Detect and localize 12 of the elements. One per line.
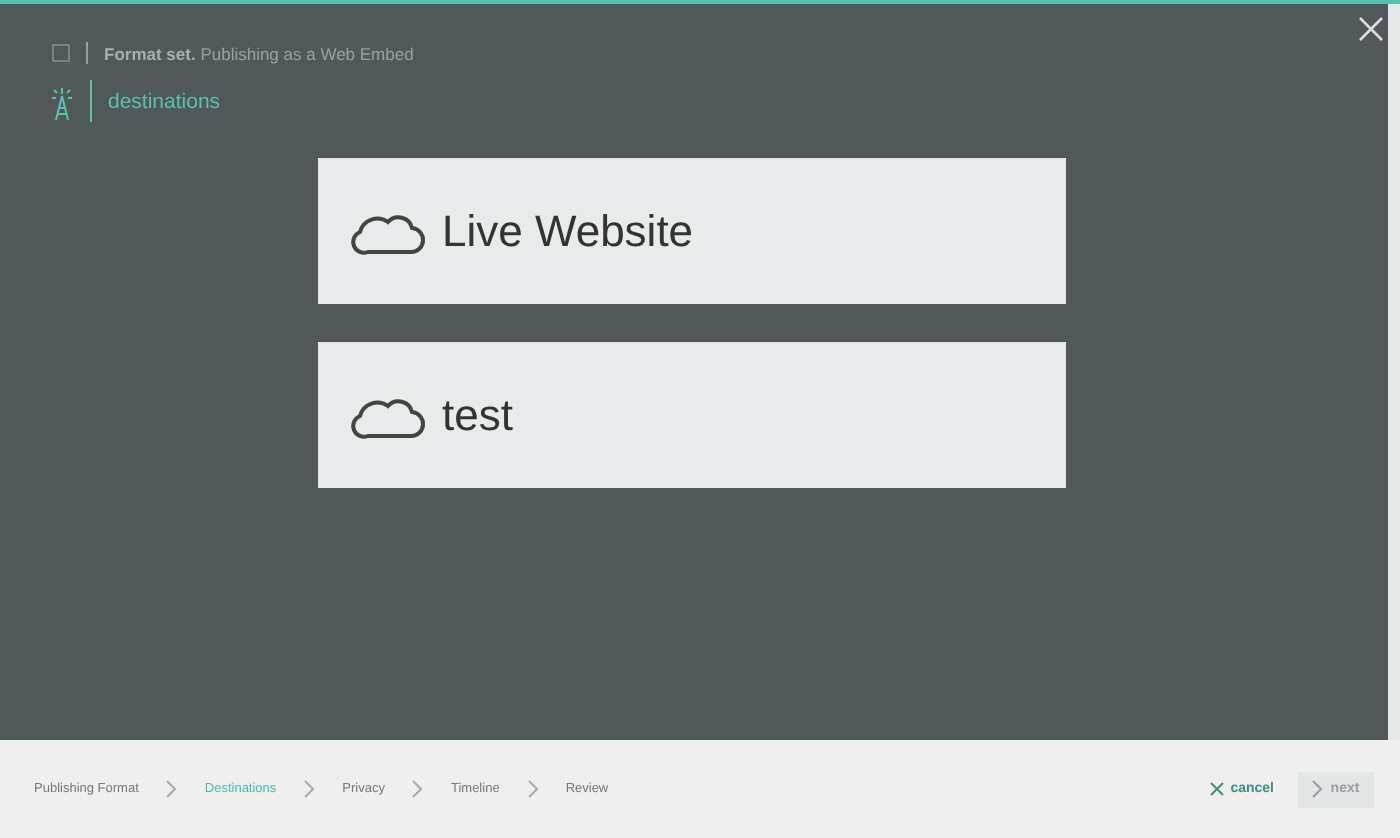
destination-card[interactable]: Live Website	[318, 158, 1066, 304]
chevron-icon	[412, 780, 423, 798]
destination-card[interactable]: test	[318, 342, 1066, 488]
chevron-icon	[304, 780, 315, 798]
status-text: Format set. Publishing as a Web Embed	[104, 43, 414, 63]
close-icon	[1210, 782, 1225, 796]
chevron-icon	[527, 780, 538, 798]
checkbox-icon	[52, 44, 70, 62]
chevron-icon	[166, 780, 177, 798]
section-title: destinations	[108, 89, 221, 113]
chevron-icon	[1312, 780, 1323, 798]
close-button[interactable]	[1358, 16, 1384, 42]
